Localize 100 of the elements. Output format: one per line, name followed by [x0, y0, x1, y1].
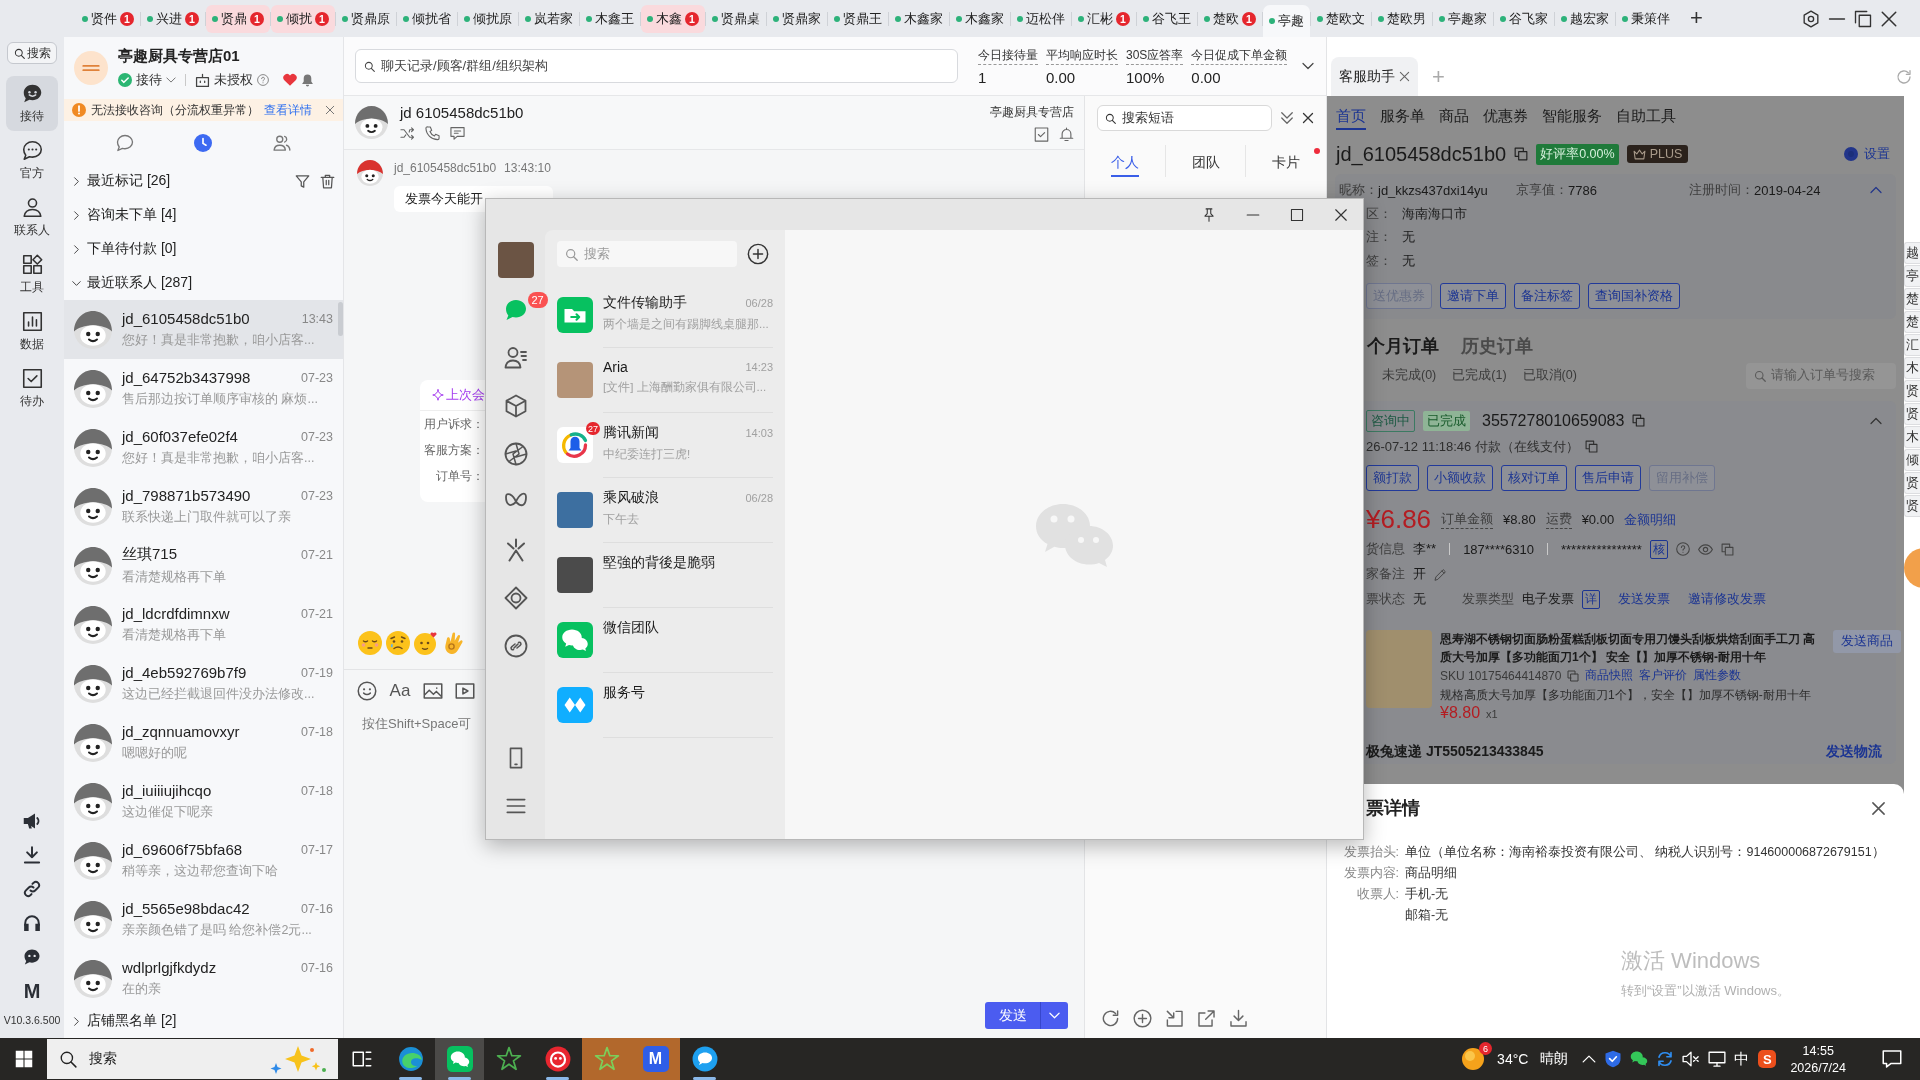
s-logo[interactable]: S — [1758, 1050, 1777, 1068]
side-tab[interactable]: 楚 — [1904, 288, 1920, 310]
side-tab[interactable]: 贤 — [1904, 403, 1920, 425]
phrase-tab[interactable]: 个人 — [1110, 145, 1139, 177]
window-tab[interactable]: 楚欧 1 — [1198, 5, 1262, 33]
window-tab[interactable]: 秉策伴 — [1616, 5, 1676, 33]
side-tab[interactable]: 越 — [1904, 242, 1920, 264]
window-tab[interactable]: 迈松伴 — [1011, 5, 1071, 33]
search-field[interactable]: 聊天记录/顾客/群组/组织架构 — [355, 49, 958, 83]
send-button[interactable]: 发送 — [985, 1002, 1040, 1029]
cube-icon[interactable] — [503, 394, 528, 418]
window-tab[interactable]: 楚欧文 — [1311, 5, 1371, 33]
chat-item[interactable]: 文件传输助手 06/28 两个墙是之间有踢脚线桌腿那... — [545, 283, 785, 348]
transfer-icon[interactable] — [400, 126, 415, 141]
window-tab[interactable]: 贤鼎王 — [828, 5, 888, 33]
nav-tab[interactable]: 智能服务 — [1542, 96, 1602, 130]
window-tab[interactable]: 贤鼎 1 — [206, 5, 270, 33]
chat-face-icon[interactable] — [23, 948, 41, 966]
round-face-icon[interactable] — [544, 1046, 571, 1072]
contact-group[interactable]: 最近标记 [26] — [64, 164, 343, 198]
sidebar-item[interactable]: 数据 — [6, 304, 58, 359]
window-tab[interactable]: 倾扰省 — [397, 5, 457, 33]
filter-icon[interactable] — [295, 173, 310, 189]
heart-icon[interactable] — [283, 73, 297, 87]
copy-icon[interactable] — [1567, 669, 1580, 682]
bell-icon[interactable] — [1059, 126, 1074, 142]
link-circle-icon[interactable] — [503, 634, 528, 658]
window-tab[interactable]: 贤鼎原 — [336, 5, 396, 33]
order-filter[interactable]: 已取消(0) — [1522, 367, 1577, 384]
nav-tab[interactable]: 自助工具 — [1616, 96, 1676, 130]
sidebar-item[interactable]: 接待 — [6, 76, 58, 131]
contact-group[interactable]: 咨询未下单 [4] — [64, 198, 343, 232]
settings-icon[interactable] — [1802, 9, 1820, 28]
m-logo[interactable]: M — [642, 1046, 669, 1072]
phone-icon[interactable] — [425, 126, 440, 141]
chat-bubbles-icon[interactable] — [1630, 1050, 1649, 1068]
window-tab[interactable]: 贤鼎桌 — [706, 5, 766, 33]
download-icon[interactable] — [1229, 1008, 1248, 1028]
megaphone-icon[interactable] — [23, 812, 41, 830]
plus-circle-icon[interactable] — [747, 243, 769, 265]
taskbar-search-field[interactable]: 搜索 — [47, 1039, 338, 1079]
sidebar-item[interactable]: 工具 — [6, 247, 58, 302]
window-tab[interactable]: 贤鼎家 — [767, 5, 827, 33]
refresh-icon[interactable] — [1101, 1008, 1120, 1028]
notification-icon[interactable] — [1882, 1049, 1902, 1069]
close-icon[interactable] — [1302, 112, 1314, 124]
send-options-button[interactable] — [1040, 1002, 1068, 1029]
side-tab[interactable]: 木 — [1904, 426, 1920, 448]
window-tab[interactable]: 亭趣家 — [1433, 5, 1493, 33]
caret-icon[interactable] — [1302, 60, 1314, 72]
copy-icon[interactable] — [1514, 147, 1529, 161]
nav-tab[interactable]: 优惠券 — [1483, 96, 1528, 130]
window-tab[interactable]: 木鑫王 — [580, 5, 640, 33]
input-method-indicator[interactable]: 中 — [1734, 1049, 1750, 1069]
phrase-tab[interactable]: 卡片 — [1272, 145, 1301, 177]
send-product-button[interactable]: 发送商品 — [1833, 629, 1901, 653]
windows-logo-icon[interactable] — [14, 1050, 33, 1068]
chat-item[interactable]: 堅強的背後是脆弱 — [545, 543, 785, 608]
window-tab[interactable]: 木鑫家 — [889, 5, 949, 33]
side-tab[interactable]: 楚 — [1904, 311, 1920, 333]
chat-item[interactable]: 乘风破浪 06/28 下午去 — [545, 478, 785, 543]
contact-item[interactable]: jd_5565e98bdac42 07-16 亲亲颜色错了是吗 给您补偿2元... — [64, 890, 343, 949]
contact-group[interactable]: 最近联系人 [287] — [64, 266, 343, 300]
search-button[interactable]: 搜索 — [7, 42, 57, 64]
download-icon[interactable] — [23, 846, 41, 864]
radio-icon[interactable] — [1844, 147, 1858, 161]
help-icon[interactable] — [1675, 542, 1690, 556]
details-link[interactable]: 查看详情 — [264, 101, 312, 119]
contact-item[interactable]: jd_798871b573490 07-23 联系快递上门取件就可以了亲 — [64, 477, 343, 536]
trash-icon[interactable] — [320, 173, 335, 189]
contact-group[interactable]: 下单待付款 [0] — [64, 232, 343, 266]
font-button[interactable]: Aa — [389, 681, 411, 701]
swirl-icon[interactable] — [397, 1046, 424, 1072]
contact-item[interactable]: jd_6105458dc51b0 13:43 您好！真是非常抱歉，咱小店客... — [64, 300, 343, 359]
side-tab[interactable]: 倾 — [1904, 449, 1920, 471]
contact-item[interactable]: 丝琪715 07-21 看清楚规格再下单 — [64, 536, 343, 595]
add-tab[interactable]: + — [1690, 4, 1703, 32]
order-filter[interactable]: 未完成(0) — [1382, 367, 1437, 384]
contact-item[interactable]: jd_zqnnuamovxyr 07-18 嗯嗯好的呢 — [64, 713, 343, 772]
plus-circle-icon[interactable] — [1133, 1008, 1152, 1028]
contact-item[interactable]: jd_69606f75bfa68 07-17 稍等亲，这边帮您查询下哈 — [64, 831, 343, 890]
video-icon[interactable] — [455, 681, 475, 701]
side-tab[interactable]: 贤 — [1904, 380, 1920, 402]
side-tab[interactable]: 贤 — [1904, 472, 1920, 494]
collapse-icon[interactable] — [1165, 1008, 1184, 1028]
window-tab[interactable]: 木鑫家 — [950, 5, 1010, 33]
contacts-icon[interactable] — [503, 346, 528, 370]
phrase-search-field[interactable]: 搜索短语 — [1097, 105, 1272, 131]
phrase-tab[interactable]: 团队 — [1191, 145, 1220, 177]
window-tab[interactable]: 亭趣 — [1263, 5, 1310, 37]
window-tab[interactable]: 楚欧男 — [1372, 5, 1432, 33]
window-tab[interactable]: 贤件 1 — [76, 5, 140, 33]
side-tab[interactable]: 木 — [1904, 357, 1920, 379]
window-tab[interactable]: 谷飞王 — [1137, 5, 1197, 33]
star-icon[interactable] — [593, 1046, 620, 1072]
restore-icon[interactable] — [1854, 9, 1872, 28]
double-chevron-icon[interactable] — [1280, 111, 1294, 125]
copy-icon[interactable] — [1720, 542, 1734, 556]
panel-tab[interactable]: 客服助手 — [1331, 57, 1418, 96]
sidebar-item[interactable]: 联系人 — [6, 190, 58, 245]
